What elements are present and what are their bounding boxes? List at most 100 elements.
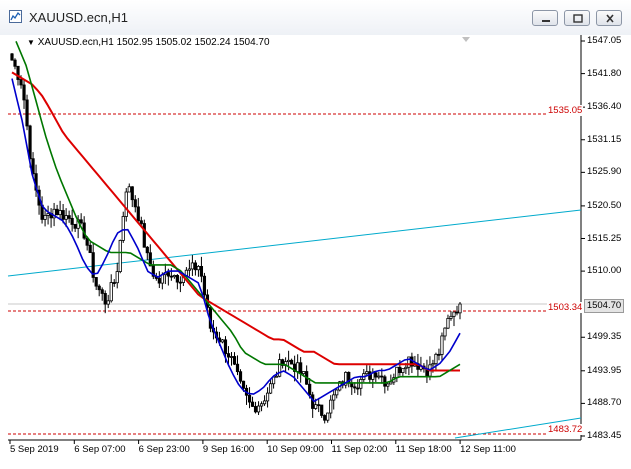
candle-body bbox=[61, 210, 65, 220]
candle-body bbox=[169, 275, 173, 278]
candle-body bbox=[398, 366, 402, 374]
candle-body bbox=[265, 392, 270, 402]
time-axis-label: 5 Sep 2019 bbox=[10, 444, 59, 455]
candle-body bbox=[256, 405, 261, 413]
candle-body bbox=[296, 362, 300, 372]
candle-body bbox=[350, 382, 354, 388]
candle-body bbox=[335, 389, 339, 396]
price-axis-label: 1515.25 bbox=[587, 232, 622, 244]
price-axis-label: 1488.70 bbox=[587, 397, 622, 409]
candle-body bbox=[43, 215, 47, 220]
chart-shift-marker[interactable] bbox=[462, 37, 470, 42]
candle-body bbox=[268, 383, 273, 394]
price-axis-label: 1541.80 bbox=[587, 67, 622, 79]
candle-body bbox=[226, 353, 231, 358]
candle-body bbox=[365, 371, 369, 375]
time-axis-label: 6 Sep 23:00 bbox=[138, 444, 190, 455]
candle-body bbox=[446, 318, 450, 329]
candle-body bbox=[287, 359, 291, 362]
candle-body bbox=[274, 375, 279, 378]
time-axis-label: 12 Sep 11:00 bbox=[460, 444, 516, 455]
time-axis-label: 9 Sep 16:00 bbox=[202, 444, 255, 455]
candle-body bbox=[377, 375, 381, 378]
candle-body bbox=[440, 335, 444, 355]
price-axis-label: 1499.35 bbox=[587, 331, 622, 343]
candle-body bbox=[64, 215, 68, 220]
candle-body bbox=[145, 246, 149, 254]
time-axis-label: 10 Sep 09:00 bbox=[267, 444, 324, 455]
candle-body bbox=[94, 277, 98, 287]
candle-body bbox=[449, 315, 453, 319]
candle-body bbox=[389, 381, 393, 385]
candle-body bbox=[353, 386, 357, 389]
price-axis-label: 1547.05 bbox=[587, 35, 622, 46]
candle-body bbox=[142, 223, 146, 248]
candle-body bbox=[133, 199, 137, 208]
level-label-current: 1503.34 bbox=[547, 302, 584, 313]
candle-body bbox=[455, 311, 459, 314]
candle-body bbox=[238, 371, 243, 382]
candle-body bbox=[302, 371, 306, 375]
legend-text: XAUUSD.ecn,H1 1502.95 1505.02 1502.24 15… bbox=[37, 37, 270, 48]
candle-body bbox=[97, 285, 101, 291]
price-axis-label: 1483.45 bbox=[587, 430, 622, 441]
price-axis-label: 1510.00 bbox=[587, 265, 622, 277]
candle-body bbox=[386, 383, 390, 387]
candle-body bbox=[103, 293, 107, 305]
candle-body bbox=[401, 368, 405, 374]
candle-body bbox=[193, 262, 198, 271]
candle-body bbox=[118, 240, 122, 272]
candle-body bbox=[58, 210, 62, 216]
candle-body bbox=[178, 281, 182, 284]
candle-body bbox=[79, 219, 83, 224]
candle-body bbox=[247, 394, 252, 403]
candle-body bbox=[55, 208, 59, 216]
price-chart[interactable] bbox=[0, 0, 631, 469]
candle-body bbox=[100, 289, 104, 294]
candle-body bbox=[166, 272, 170, 277]
candle-body bbox=[326, 412, 330, 421]
candlestick-series bbox=[10, 53, 462, 424]
candle-body bbox=[374, 372, 378, 378]
candle-body bbox=[190, 262, 195, 270]
price-axis-label: 1493.95 bbox=[587, 364, 622, 376]
candle-body bbox=[452, 311, 456, 317]
candle-body bbox=[437, 353, 441, 356]
candle-body bbox=[262, 400, 267, 405]
candle-body bbox=[220, 339, 225, 343]
candle-body bbox=[431, 363, 435, 366]
price-axis-tick-marks bbox=[581, 40, 585, 437]
candle-body bbox=[290, 359, 294, 365]
candle-body bbox=[109, 282, 113, 302]
candle-body bbox=[124, 191, 128, 217]
candle-body bbox=[259, 403, 264, 407]
candle-body bbox=[329, 399, 333, 414]
candle-body bbox=[395, 366, 399, 378]
candle-body bbox=[130, 186, 134, 201]
candle-body bbox=[121, 216, 125, 241]
candle-body bbox=[458, 303, 462, 314]
candle-body bbox=[73, 224, 77, 229]
candle-body bbox=[299, 362, 303, 375]
candle-body bbox=[383, 376, 387, 387]
chart-legend: ▼ XAUUSD.ecn,H1 1502.95 1505.02 1502.24 … bbox=[27, 37, 270, 48]
time-axis-label: 11 Sep 02:00 bbox=[331, 444, 388, 455]
candle-body bbox=[356, 387, 360, 390]
candle-body bbox=[10, 53, 14, 61]
ma-fast-line[interactable] bbox=[11, 78, 461, 403]
candle-body bbox=[320, 404, 324, 416]
candle-body bbox=[443, 327, 447, 337]
candle-body bbox=[308, 383, 312, 396]
candle-body bbox=[229, 356, 234, 358]
candle-body bbox=[199, 266, 204, 277]
time-axis-label: 11 Sep 18:00 bbox=[395, 444, 452, 455]
candle-body bbox=[187, 268, 191, 271]
ma-mid-line[interactable] bbox=[15, 40, 461, 384]
candle-body bbox=[404, 366, 408, 370]
candle-body bbox=[332, 394, 336, 401]
candle-body bbox=[235, 363, 240, 373]
candle-body bbox=[88, 244, 92, 254]
candle-body bbox=[28, 125, 32, 160]
candle-body bbox=[196, 266, 201, 271]
candle-body bbox=[323, 415, 327, 421]
